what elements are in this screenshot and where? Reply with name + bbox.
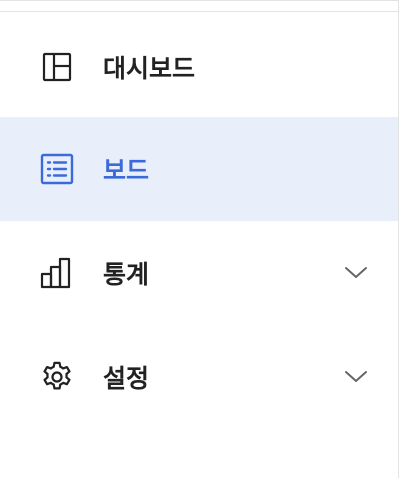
sidebar-item-label: 설정 xyxy=(103,364,150,393)
chevron-down-icon[interactable] xyxy=(343,260,369,286)
chevron-down-icon[interactable] xyxy=(343,364,369,390)
sidebar-item-label: 보드 xyxy=(103,156,150,185)
dashboard-icon xyxy=(38,48,76,86)
top-divider xyxy=(0,11,399,12)
list-board-icon xyxy=(38,150,76,188)
sidebar-nav: 대시보드 보드 통계 설정 xyxy=(0,0,399,478)
sidebar-item-settings[interactable]: 설정 xyxy=(0,325,398,429)
sidebar-item-label: 통계 xyxy=(103,260,150,289)
sidebar-item-board[interactable]: 보드 xyxy=(0,117,398,221)
sidebar-item-dashboard[interactable]: 대시보드 xyxy=(0,15,398,119)
bar-chart-icon xyxy=(38,254,76,292)
gear-icon xyxy=(38,358,76,396)
sidebar-item-statistics[interactable]: 통계 xyxy=(0,221,398,325)
sidebar-item-label: 대시보드 xyxy=(103,54,196,83)
